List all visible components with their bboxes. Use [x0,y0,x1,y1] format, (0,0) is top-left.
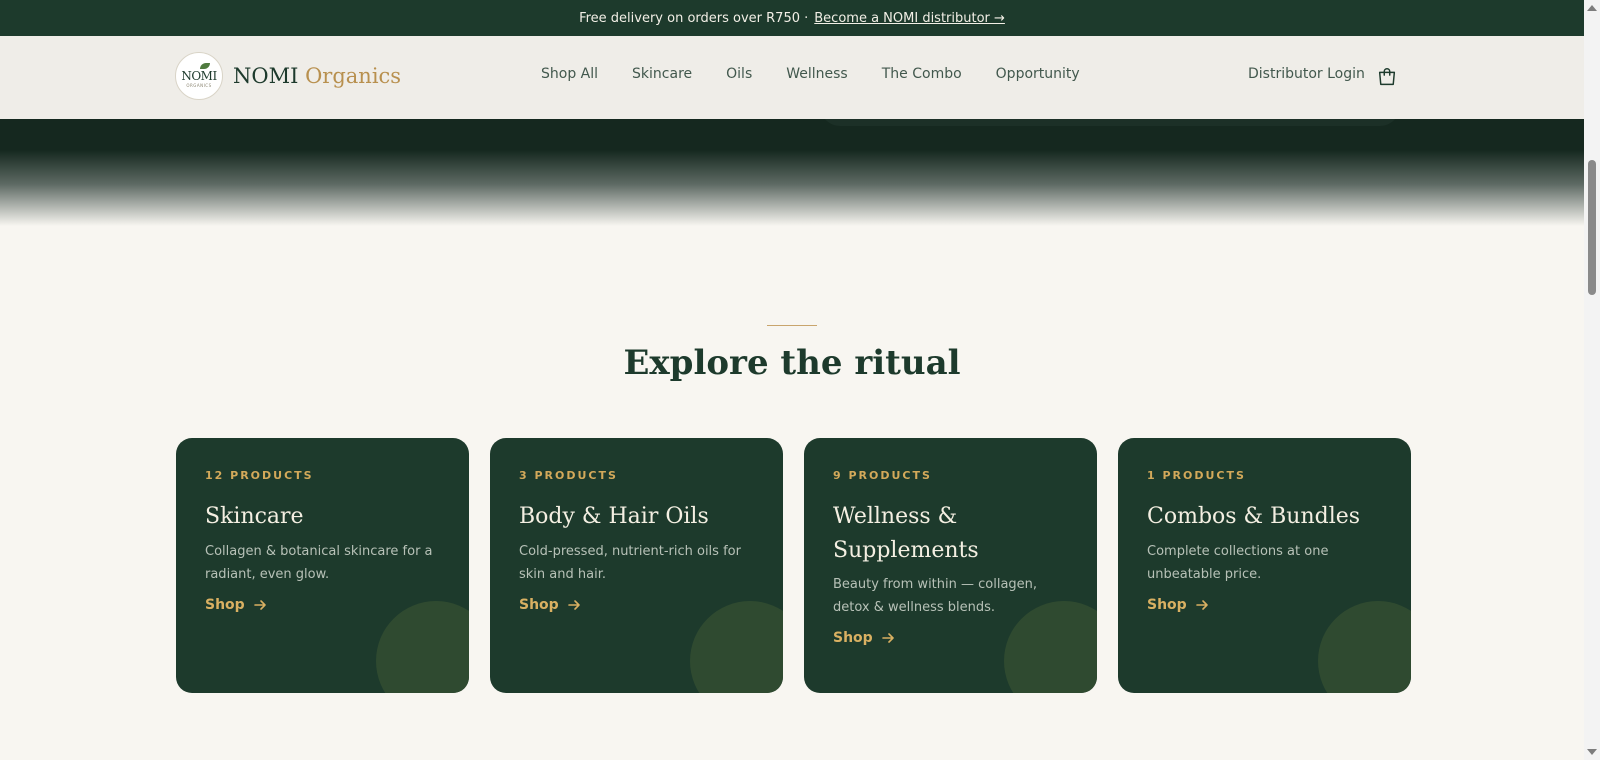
shop-link[interactable]: Shop [519,597,581,613]
logo-badge-subtext: ORGANICS [186,82,212,88]
card-product-count: 12 PRODUCTS [205,469,314,482]
nav-item-skincare[interactable]: Skincare [632,66,692,82]
card-title: Body & Hair Oils [519,504,709,529]
arrow-right-icon [567,600,580,610]
nav-item-opportunity[interactable]: Opportunity [996,66,1080,82]
announcement-text: Free delivery on orders over R750 · [579,10,809,26]
logo-badge-text: NOMI [181,68,217,83]
card-title: Wellness & Supplements [833,504,979,563]
scroll-down-arrow-icon[interactable] [1587,749,1597,755]
card-decoration-circle [1318,601,1411,693]
nav-item-oils[interactable]: Oils [726,66,752,82]
shop-link-label: Shop [1147,597,1187,613]
category-card-combos-bundles[interactable]: 1 PRODUCTS Combos & Bundles Complete col… [1118,438,1411,693]
nav-item-shop-all[interactable]: Shop All [541,66,598,82]
arrow-right-icon [253,600,266,610]
shop-link-label: Shop [205,597,245,613]
scrollbar-thumb[interactable] [1588,160,1596,295]
arrow-right-icon [1195,600,1208,610]
section-divider [767,325,817,326]
card-description: Collagen & botanical skincare for a radi… [205,544,433,582]
card-title: Skincare [205,504,304,529]
nav-item-wellness[interactable]: Wellness [786,66,848,82]
category-card-skincare[interactable]: 12 PRODUCTS Skincare Collagen & botanica… [176,438,469,693]
shop-link-label: Shop [833,630,873,646]
card-decoration-circle [690,601,783,693]
shop-link-label: Shop [519,597,559,613]
scrollbar-track[interactable] [1584,0,1600,760]
brand-name: NOMI Organics [233,64,401,88]
section-title: Explore the ritual [623,343,961,383]
logo-badge: NOMI ORGANICS [175,52,223,100]
shop-link[interactable]: Shop [205,597,267,613]
shop-link[interactable]: Shop [833,630,895,646]
site-header: NOMI ORGANICS NOMI Organics Shop All Ski… [0,36,1584,119]
brand-logo[interactable]: NOMI ORGANICS NOMI Organics [175,52,401,100]
shopping-bag-icon[interactable] [1376,66,1398,88]
card-description: Cold-pressed, nutrient-rich oils for ski… [519,544,741,582]
card-description: Complete collections at one unbeatable p… [1147,544,1329,582]
main-nav: Shop All Skincare Oils Wellness The Comb… [541,66,1080,82]
become-distributor-link[interactable]: Become a NOMI distributor → [814,11,1005,26]
card-product-count: 1 PRODUCTS [1147,469,1246,482]
distributor-login-link[interactable]: Distributor Login [1248,66,1365,82]
card-product-count: 9 PRODUCTS [833,469,932,482]
category-card-wellness-supplements[interactable]: 9 PRODUCTS Wellness & Supplements Beauty… [804,438,1097,693]
card-decoration-circle [376,601,469,693]
shop-link[interactable]: Shop [1147,597,1209,613]
card-description: Beauty from within — collagen, detox & w… [833,577,1038,615]
brand-name-accent: Organics [305,64,402,88]
scroll-up-arrow-icon[interactable] [1587,5,1597,11]
nav-item-the-combo[interactable]: The Combo [882,66,962,82]
card-title: Combos & Bundles [1147,504,1361,529]
brand-name-main: NOMI [233,64,299,88]
announcement-bar: Free delivery on orders over R750 · Beco… [0,0,1584,36]
arrow-right-icon [881,633,894,643]
category-card-body-hair-oils[interactable]: 3 PRODUCTS Body & Hair Oils Cold-pressed… [490,438,783,693]
card-product-count: 3 PRODUCTS [519,469,618,482]
